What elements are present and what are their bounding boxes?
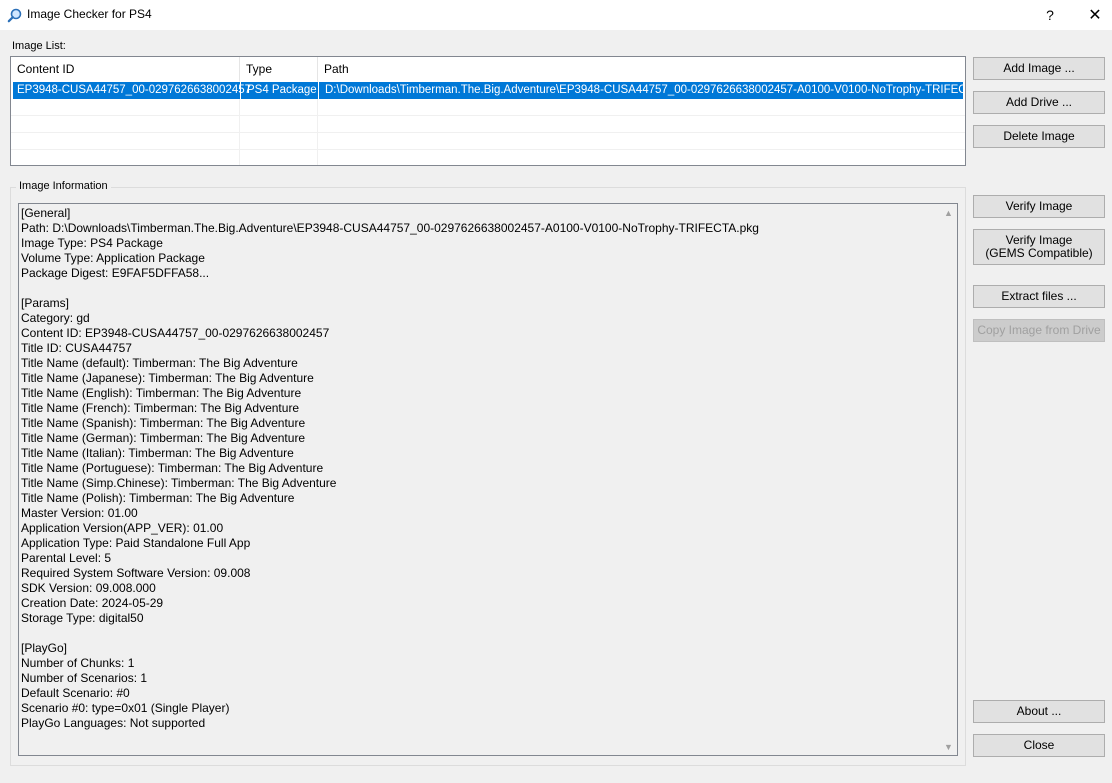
copy-image-from-drive-button: Copy Image from Drive — [973, 319, 1105, 342]
info-line: Master Version: 01.00 — [21, 506, 138, 520]
info-line: Title Name (Polish): Timberman: The Big … — [21, 491, 295, 505]
info-line: Title Name (French): Timberman: The Big … — [21, 401, 300, 415]
window-title: Image Checker for PS4 — [27, 7, 152, 21]
verify-gems-button[interactable]: Verify Image (GEMS Compatible) — [973, 229, 1105, 265]
info-line: SDK Version: 09.008.000 — [21, 581, 156, 595]
info-line: Category: gd — [21, 311, 90, 325]
cell-type: PS4 Package — [240, 82, 318, 99]
table-row[interactable]: EP3948-CUSA44757_00-0297626638002457 PS4… — [13, 82, 963, 99]
scroll-up-icon[interactable]: ▲ — [940, 204, 957, 221]
info-line: [Params] — [21, 296, 70, 310]
info-line: Volume Type: Application Package — [21, 251, 205, 265]
grid-line — [11, 149, 965, 150]
info-line: Title Name (Italian): Timberman: The Big… — [21, 446, 294, 460]
info-line: Title Name (default): Timberman: The Big… — [21, 356, 298, 370]
magnifier-icon — [7, 8, 22, 23]
add-drive-button[interactable]: Add Drive ... — [973, 91, 1105, 114]
info-line — [21, 626, 936, 641]
info-line: Number of Scenarios: 1 — [21, 671, 148, 685]
info-line: Title Name (Spanish): Timberman: The Big… — [21, 416, 306, 430]
info-line: [PlayGo] — [21, 641, 68, 655]
info-line: Title ID: CUSA44757 — [21, 341, 132, 355]
image-list-header: Content ID Type Path — [11, 57, 965, 81]
info-line: Path: D:\Downloads\Timberman.The.Big.Adv… — [21, 221, 759, 235]
info-line: Creation Date: 2024-05-29 — [21, 596, 164, 610]
about-button[interactable]: About ... — [973, 700, 1105, 723]
column-header-content-id[interactable]: Content ID — [11, 57, 240, 81]
info-line: Title Name (English): Timberman: The Big… — [21, 386, 302, 400]
info-line: Content ID: EP3948-CUSA44757_00-02976266… — [21, 326, 330, 340]
info-line: Storage Type: digital50 — [21, 611, 144, 625]
verify-gems-label-2: (GEMS Compatible) — [985, 246, 1093, 260]
close-button[interactable]: Close — [973, 734, 1105, 757]
cell-content-id: EP3948-CUSA44757_00-0297626638002457 — [17, 84, 252, 96]
column-header-path[interactable]: Path — [318, 57, 965, 81]
info-line: Number of Chunks: 1 — [21, 656, 135, 670]
scroll-down-icon[interactable]: ▼ — [940, 738, 957, 755]
info-line: [General] — [21, 206, 71, 220]
verify-image-button[interactable]: Verify Image — [973, 195, 1105, 218]
info-line: Title Name (Portuguese): Timberman: The … — [21, 461, 324, 475]
image-list[interactable]: Content ID Type Path EP3948-CUSA44757_00… — [10, 56, 966, 166]
info-line: Parental Level: 5 — [21, 551, 112, 565]
info-line: Default Scenario: #0 — [21, 686, 130, 700]
info-line: Image Type: PS4 Package — [21, 236, 163, 250]
grid-line — [11, 132, 965, 133]
info-line: Required System Software Version: 09.008 — [21, 566, 251, 580]
delete-image-button[interactable]: Delete Image — [973, 125, 1105, 148]
title-bar: Image Checker for PS4 ? ✕ — [0, 0, 1112, 30]
vertical-scrollbar[interactable]: ▲ ▼ — [940, 204, 957, 755]
image-information-textbox[interactable]: [General] Path: D:\Downloads\Timberman.Th… — [18, 203, 958, 756]
info-line: Title Name (Japanese): Timberman: The Bi… — [21, 371, 314, 385]
info-line: Package Digest: E9FAF5DFFA58... — [21, 266, 210, 280]
image-information-text: [General] Path: D:\Downloads\Timberman.Th… — [21, 206, 936, 731]
info-line: PlayGo Languages: Not supported — [21, 716, 206, 730]
image-list-label: Image List: — [12, 40, 66, 52]
info-line: Title Name (German): Timberman: The Big … — [21, 431, 306, 445]
column-header-type[interactable]: Type — [240, 57, 318, 81]
info-line: Title Name (Simp.Chinese): Timberman: Th… — [21, 476, 337, 490]
help-button[interactable]: ? — [1027, 0, 1073, 30]
add-image-button[interactable]: Add Image ... — [973, 57, 1105, 80]
info-line — [21, 281, 936, 296]
grid-line — [11, 115, 965, 116]
extract-files-button[interactable]: Extract files ... — [973, 285, 1105, 308]
image-information-label: Image Information — [16, 180, 111, 192]
info-line: Application Version(APP_VER): 01.00 — [21, 521, 224, 535]
cell-path: D:\Downloads\Timberman.The.Big.Adventure… — [318, 82, 963, 99]
info-line: Scenario #0: type=0x01 (Single Player) — [21, 701, 230, 715]
window-close-button[interactable]: ✕ — [1072, 0, 1112, 30]
info-line: Application Type: Paid Standalone Full A… — [21, 536, 251, 550]
